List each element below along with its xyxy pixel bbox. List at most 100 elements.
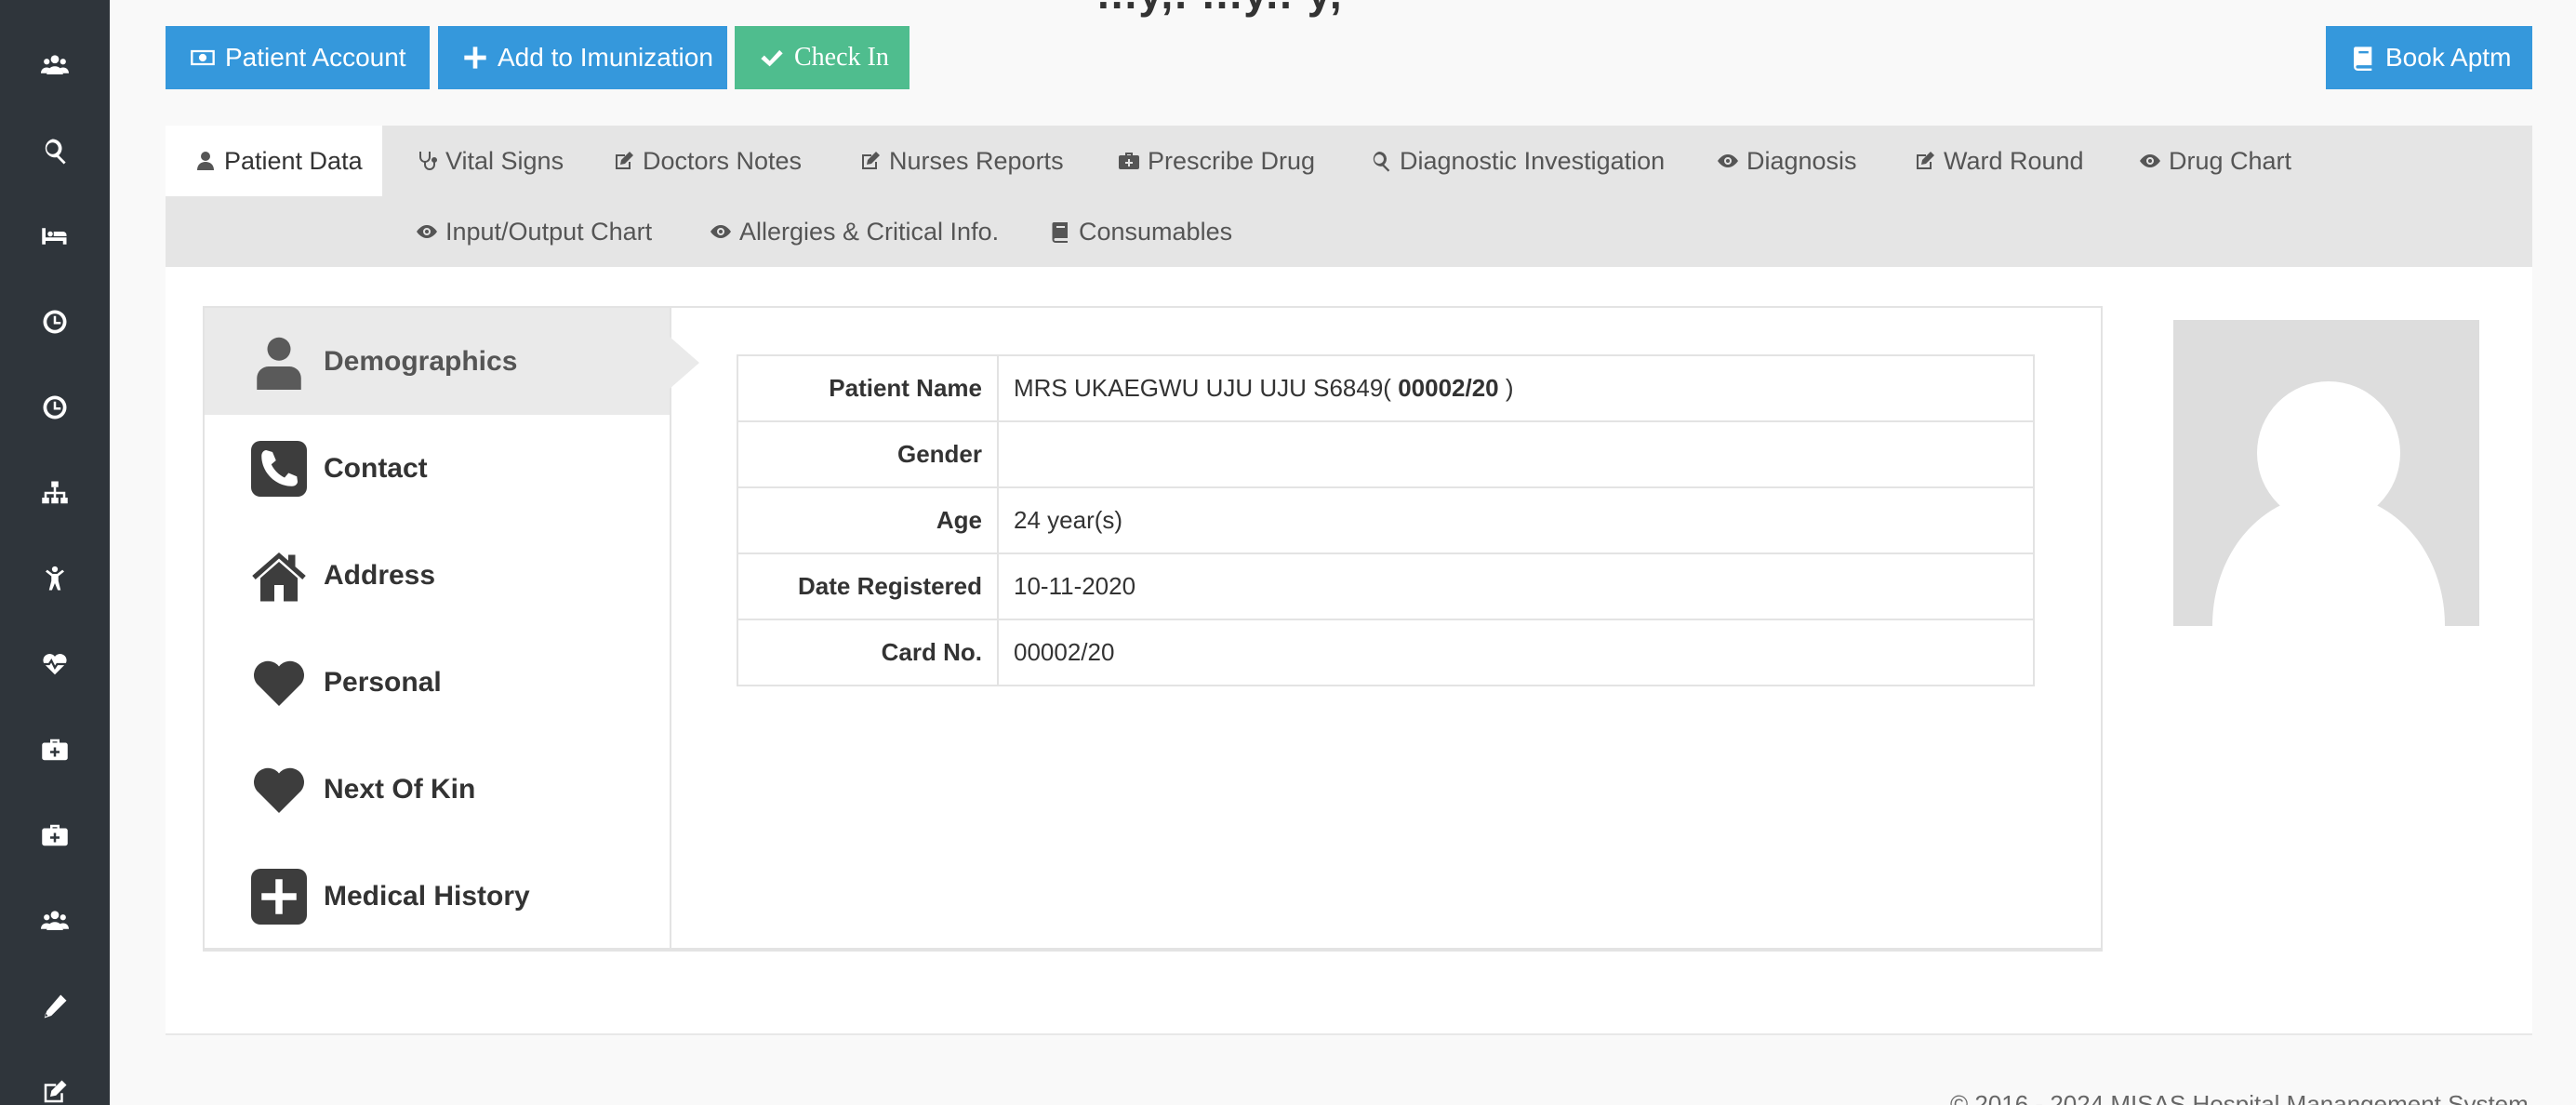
add-immunization-button[interactable]: Add to Imunization bbox=[438, 26, 727, 89]
sidebar-medkit-icon[interactable] bbox=[0, 707, 110, 792]
table-row: Gender bbox=[737, 420, 2035, 488]
date-registered-label: Date Registered bbox=[737, 552, 999, 620]
sidebar-pencil-icon[interactable] bbox=[0, 964, 110, 1049]
book-appointment-button[interactable]: Book Aptm bbox=[2326, 26, 2532, 89]
tab-label: Patient Data bbox=[224, 146, 363, 175]
user-icon bbox=[197, 152, 214, 170]
patient-name-label: Patient Name bbox=[737, 354, 999, 422]
age-label: Age bbox=[737, 486, 999, 554]
sidebar-bed-icon[interactable] bbox=[0, 193, 110, 279]
tab-input-output-chart[interactable]: Input/Output Chart bbox=[416, 196, 652, 267]
nav-medical-history[interactable]: Medical History bbox=[205, 843, 670, 950]
sidebar-medkit-icon[interactable] bbox=[0, 792, 110, 878]
sidebar-clock-icon[interactable] bbox=[0, 279, 110, 365]
tab-label: Allergies & Critical Info. bbox=[739, 217, 1000, 246]
edit-icon bbox=[616, 152, 633, 169]
tab-label: Diagnosis bbox=[1746, 146, 1857, 175]
tab-bar: Patient Data Vital Signs Doctors Notes N… bbox=[166, 126, 2532, 267]
nav-address[interactable]: Address bbox=[205, 522, 670, 629]
heart-icon bbox=[251, 762, 307, 818]
patient-account-label: Patient Account bbox=[225, 43, 406, 72]
tab-label: Doctors Notes bbox=[643, 146, 803, 175]
sidebar-heartbeat-icon[interactable] bbox=[0, 621, 110, 707]
book-icon bbox=[2354, 47, 2372, 71]
check-in-label: Check In bbox=[794, 43, 889, 72]
tab-doctors-notes[interactable]: Doctors Notes bbox=[613, 126, 802, 196]
tab-label: Nurses Reports bbox=[889, 146, 1064, 175]
nav-label: Address bbox=[324, 559, 436, 591]
nav-contact[interactable]: Contact bbox=[205, 415, 670, 522]
tab-diagnosis[interactable]: Diagnosis bbox=[1717, 126, 1857, 196]
plus-square-icon bbox=[251, 868, 307, 925]
patient-name-text: MRS UKAEGWU UJU UJU S6849( bbox=[1014, 374, 1399, 402]
eye-icon bbox=[710, 225, 731, 238]
nav-label: Next Of Kin bbox=[324, 773, 476, 805]
date-registered-value: 10-11-2020 bbox=[997, 552, 2035, 620]
tab-label: Drug Chart bbox=[2169, 146, 2292, 175]
tab-vital-signs[interactable]: Vital Signs bbox=[416, 126, 564, 196]
nav-label: Medical History bbox=[324, 880, 530, 912]
eye-icon bbox=[417, 225, 437, 238]
home-icon bbox=[251, 548, 307, 604]
tab-label: Consumables bbox=[1079, 217, 1233, 246]
gender-value bbox=[997, 420, 2035, 488]
sidebar-clock-icon[interactable] bbox=[0, 365, 110, 450]
edit-icon bbox=[1917, 152, 1934, 169]
nav-personal[interactable]: Personal bbox=[205, 629, 670, 736]
table-row: Date Registered 10-11-2020 bbox=[737, 552, 2035, 620]
card-number-value: 00002/20 bbox=[997, 619, 2035, 686]
tab-drug-chart[interactable]: Drug Chart bbox=[2139, 126, 2291, 196]
patient-section-nav: Demographics Contact Address Personal Ne… bbox=[205, 308, 699, 950]
plus-icon bbox=[464, 47, 486, 69]
age-value: 24 year(s) bbox=[997, 486, 2035, 554]
sidebar-child-icon[interactable] bbox=[0, 536, 110, 621]
nav-demographics[interactable]: Demographics bbox=[205, 308, 699, 415]
patient-account-button[interactable]: Patient Account bbox=[166, 26, 430, 89]
gender-label: Gender bbox=[737, 420, 999, 488]
tab-prescribe-drug[interactable]: Prescribe Drug bbox=[1118, 126, 1315, 196]
patient-card-number: 00002/20 bbox=[1398, 374, 1499, 402]
nav-label: Demographics bbox=[324, 345, 518, 377]
check-icon bbox=[761, 49, 783, 67]
patient-name-suffix: ) bbox=[1498, 374, 1514, 402]
add-immunization-label: Add to Imunization bbox=[498, 43, 713, 72]
tab-label: Prescribe Drug bbox=[1148, 146, 1316, 175]
book-icon bbox=[1052, 222, 1068, 243]
tab-label: Input/Output Chart bbox=[445, 217, 653, 246]
footer-copyright: © 2016 - 2024 MISAS Hospital Manangement… bbox=[1950, 1090, 2529, 1105]
tab-nurses-reports[interactable]: Nurses Reports bbox=[859, 126, 1064, 196]
search-icon bbox=[1373, 152, 1390, 172]
phone-icon bbox=[251, 440, 307, 497]
user-icon bbox=[251, 334, 307, 390]
tab-label: Diagnostic Investigation bbox=[1400, 146, 1666, 175]
stethoscope-icon bbox=[419, 152, 437, 170]
tab-ward-round[interactable]: Ward Round bbox=[1914, 126, 2084, 196]
avatar-placeholder-icon bbox=[2212, 381, 2445, 626]
patient-data-card: Demographics Contact Address Personal Ne… bbox=[203, 306, 2103, 952]
check-in-button[interactable]: Check In bbox=[735, 26, 910, 89]
eye-icon bbox=[1718, 154, 1738, 167]
page-title: ...y,. ...y.. y, bbox=[1097, 0, 1344, 19]
tab-diagnostic-investigation[interactable]: Diagnostic Investigation bbox=[1370, 126, 1665, 196]
medkit-icon bbox=[1119, 153, 1139, 169]
table-row: Card No. 00002/20 bbox=[737, 619, 2035, 686]
sidebar-users-icon[interactable] bbox=[0, 878, 110, 964]
sidebar-edit-icon[interactable] bbox=[0, 1049, 110, 1105]
tab-label: Ward Round bbox=[1944, 146, 2084, 175]
tab-consumables[interactable]: Consumables bbox=[1049, 196, 1232, 267]
avatar bbox=[2173, 320, 2479, 626]
tab-allergies[interactable]: Allergies & Critical Info. bbox=[710, 196, 999, 267]
table-row: Age 24 year(s) bbox=[737, 486, 2035, 554]
sidebar-search-icon[interactable] bbox=[0, 108, 110, 193]
sidebar-users-icon[interactable] bbox=[0, 22, 110, 108]
card-number-label: Card No. bbox=[737, 619, 999, 686]
book-appointment-label: Book Aptm bbox=[2385, 43, 2512, 72]
eye-icon bbox=[2140, 154, 2160, 167]
nav-next-of-kin[interactable]: Next Of Kin bbox=[205, 736, 670, 843]
nav-label: Personal bbox=[324, 666, 442, 698]
patient-name-value: MRS UKAEGWU UJU UJU S6849( 00002/20 ) bbox=[997, 354, 2035, 422]
tab-patient-data[interactable]: Patient Data bbox=[166, 126, 382, 196]
table-row: Patient Name MRS UKAEGWU UJU UJU S6849( … bbox=[737, 354, 2035, 422]
heart-icon bbox=[251, 655, 307, 711]
sidebar-sitemap-icon[interactable] bbox=[0, 450, 110, 536]
